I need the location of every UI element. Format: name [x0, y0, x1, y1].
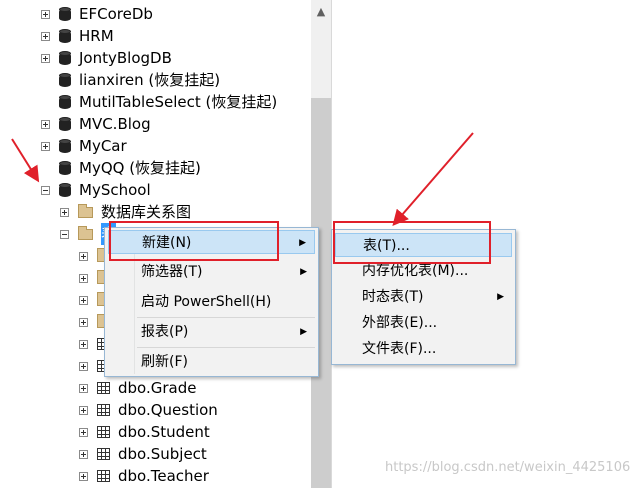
red-arrow-left: [11, 138, 40, 183]
annotation-arrows: [11, 132, 474, 227]
watermark: https://blog.csdn.net/weixin_44251065: [385, 460, 631, 475]
red-arrow-right: [392, 132, 474, 227]
